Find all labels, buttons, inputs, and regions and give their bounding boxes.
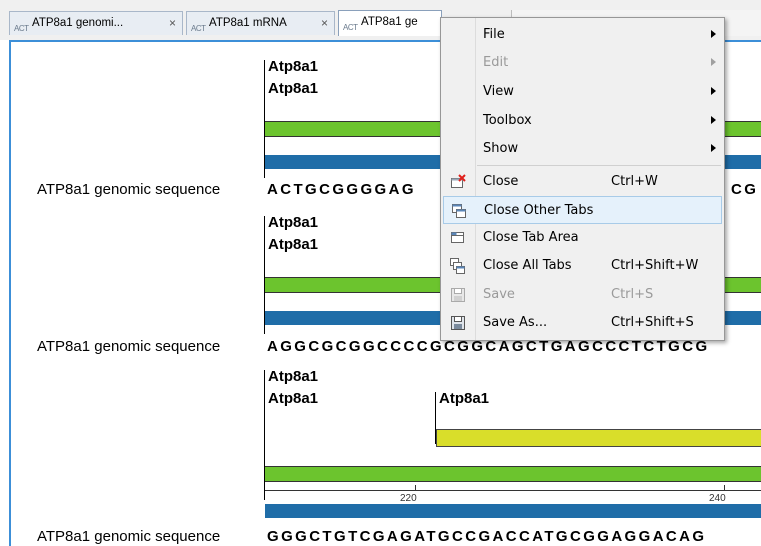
sequence-name-label: ATP8a1 genomic sequence [37, 338, 221, 355]
close-all-tabs-icon [450, 258, 466, 274]
menu-item-label: Edit [483, 55, 509, 70]
menu-item-label: View [483, 84, 514, 99]
ruler-tick [415, 485, 416, 490]
sequence-residues-tail[interactable]: CG [731, 181, 758, 198]
annotation-label[interactable]: Atp8a1 [439, 390, 489, 407]
sequence-icon: ACT [14, 24, 29, 33]
menu-item-label: Close Other Tabs [484, 203, 594, 218]
menu-item-show[interactable]: Show [443, 135, 722, 163]
menu-item-label: Save As... [483, 315, 548, 330]
mrna-annotation-bar[interactable] [265, 504, 761, 518]
annotation-label[interactable]: Atp8a1 [268, 236, 318, 253]
submenu-arrow-icon [711, 144, 716, 152]
annotation-label[interactable]: Atp8a1 [268, 214, 318, 231]
menu-item-close[interactable]: Close Ctrl+W [443, 168, 722, 196]
tab-context-menu: File Edit View Toolbox Show Close Ctrl+W [440, 17, 725, 341]
tab-genomic[interactable]: ACT ATP8a1 genomi... × [9, 11, 183, 35]
menu-item-shortcut: Ctrl+Shift+W [611, 258, 699, 273]
tab-label: ATP8a1 ge [361, 16, 418, 28]
tab-active[interactable]: ACT ATP8a1 ge [338, 10, 442, 36]
ruler-tick-label: 240 [709, 493, 726, 504]
menu-item-shortcut: Ctrl+W [611, 174, 658, 189]
menu-item-save-as[interactable]: Save As... Ctrl+Shift+S [443, 309, 722, 337]
menu-item-label: Close Tab Area [483, 230, 579, 245]
menu-item-close-other-tabs[interactable]: Close Other Tabs [443, 196, 722, 224]
annotation-label[interactable]: Atp8a1 [268, 80, 318, 97]
sequence-residues[interactable]: ACTGCGGGGAG [267, 181, 416, 198]
annotation-label[interactable]: Atp8a1 [268, 390, 318, 407]
tab-label: ATP8a1 genomi... [32, 17, 124, 29]
menu-item-label: Toolbox [483, 113, 532, 128]
tab-label: ATP8a1 mRNA [209, 17, 287, 29]
sequence-name-label: ATP8a1 genomic sequence [37, 528, 221, 545]
menu-item-label: Close [483, 174, 519, 189]
submenu-arrow-icon [711, 87, 716, 95]
gene-annotation-bar[interactable] [265, 466, 761, 482]
menu-item-close-all-tabs[interactable]: Close All Tabs Ctrl+Shift+W [443, 252, 722, 280]
close-tab-icon [450, 174, 466, 190]
sequence-icon: ACT [343, 23, 358, 32]
menu-item-label: File [483, 27, 505, 42]
menu-item-shortcut: Ctrl+Shift+S [611, 315, 694, 330]
annotation-label[interactable]: Atp8a1 [268, 58, 318, 75]
close-icon[interactable]: × [169, 12, 176, 34]
menu-item-view[interactable]: View [443, 78, 722, 106]
close-tab-area-icon [450, 230, 466, 246]
close-other-tabs-icon [451, 203, 467, 219]
save-icon [450, 287, 466, 303]
menu-item-close-tab-area[interactable]: Close Tab Area [443, 224, 722, 252]
submenu-arrow-icon [711, 58, 716, 66]
submenu-arrow-icon [711, 116, 716, 124]
sequence-residues[interactable]: GGGCTGTCGAGATGCCGACCATGCGGAGGACAG [267, 528, 706, 545]
menu-item-label: Show [483, 141, 519, 156]
ruler-tick-label: 220 [400, 493, 417, 504]
submenu-arrow-icon [711, 30, 716, 38]
save-as-icon [450, 315, 466, 331]
cds-annotation-bar[interactable] [436, 429, 761, 447]
menu-item-file[interactable]: File [443, 21, 722, 49]
menu-item-save[interactable]: Save Ctrl+S [443, 281, 722, 309]
menu-item-label: Close All Tabs [483, 258, 572, 273]
sequence-icon: ACT [191, 24, 206, 33]
sequence-name-label: ATP8a1 genomic sequence [37, 181, 221, 198]
close-icon[interactable]: × [321, 12, 328, 34]
tab-mrna[interactable]: ACT ATP8a1 mRNA × [186, 11, 335, 35]
sequence-ruler [265, 490, 761, 491]
menu-separator [477, 165, 721, 166]
annotation-label[interactable]: Atp8a1 [268, 368, 318, 385]
menu-item-shortcut: Ctrl+S [611, 287, 654, 302]
menu-item-toolbox[interactable]: Toolbox [443, 107, 722, 135]
menu-item-label: Save [483, 287, 515, 302]
menu-item-edit[interactable]: Edit [443, 49, 722, 77]
ruler-tick [724, 485, 725, 490]
